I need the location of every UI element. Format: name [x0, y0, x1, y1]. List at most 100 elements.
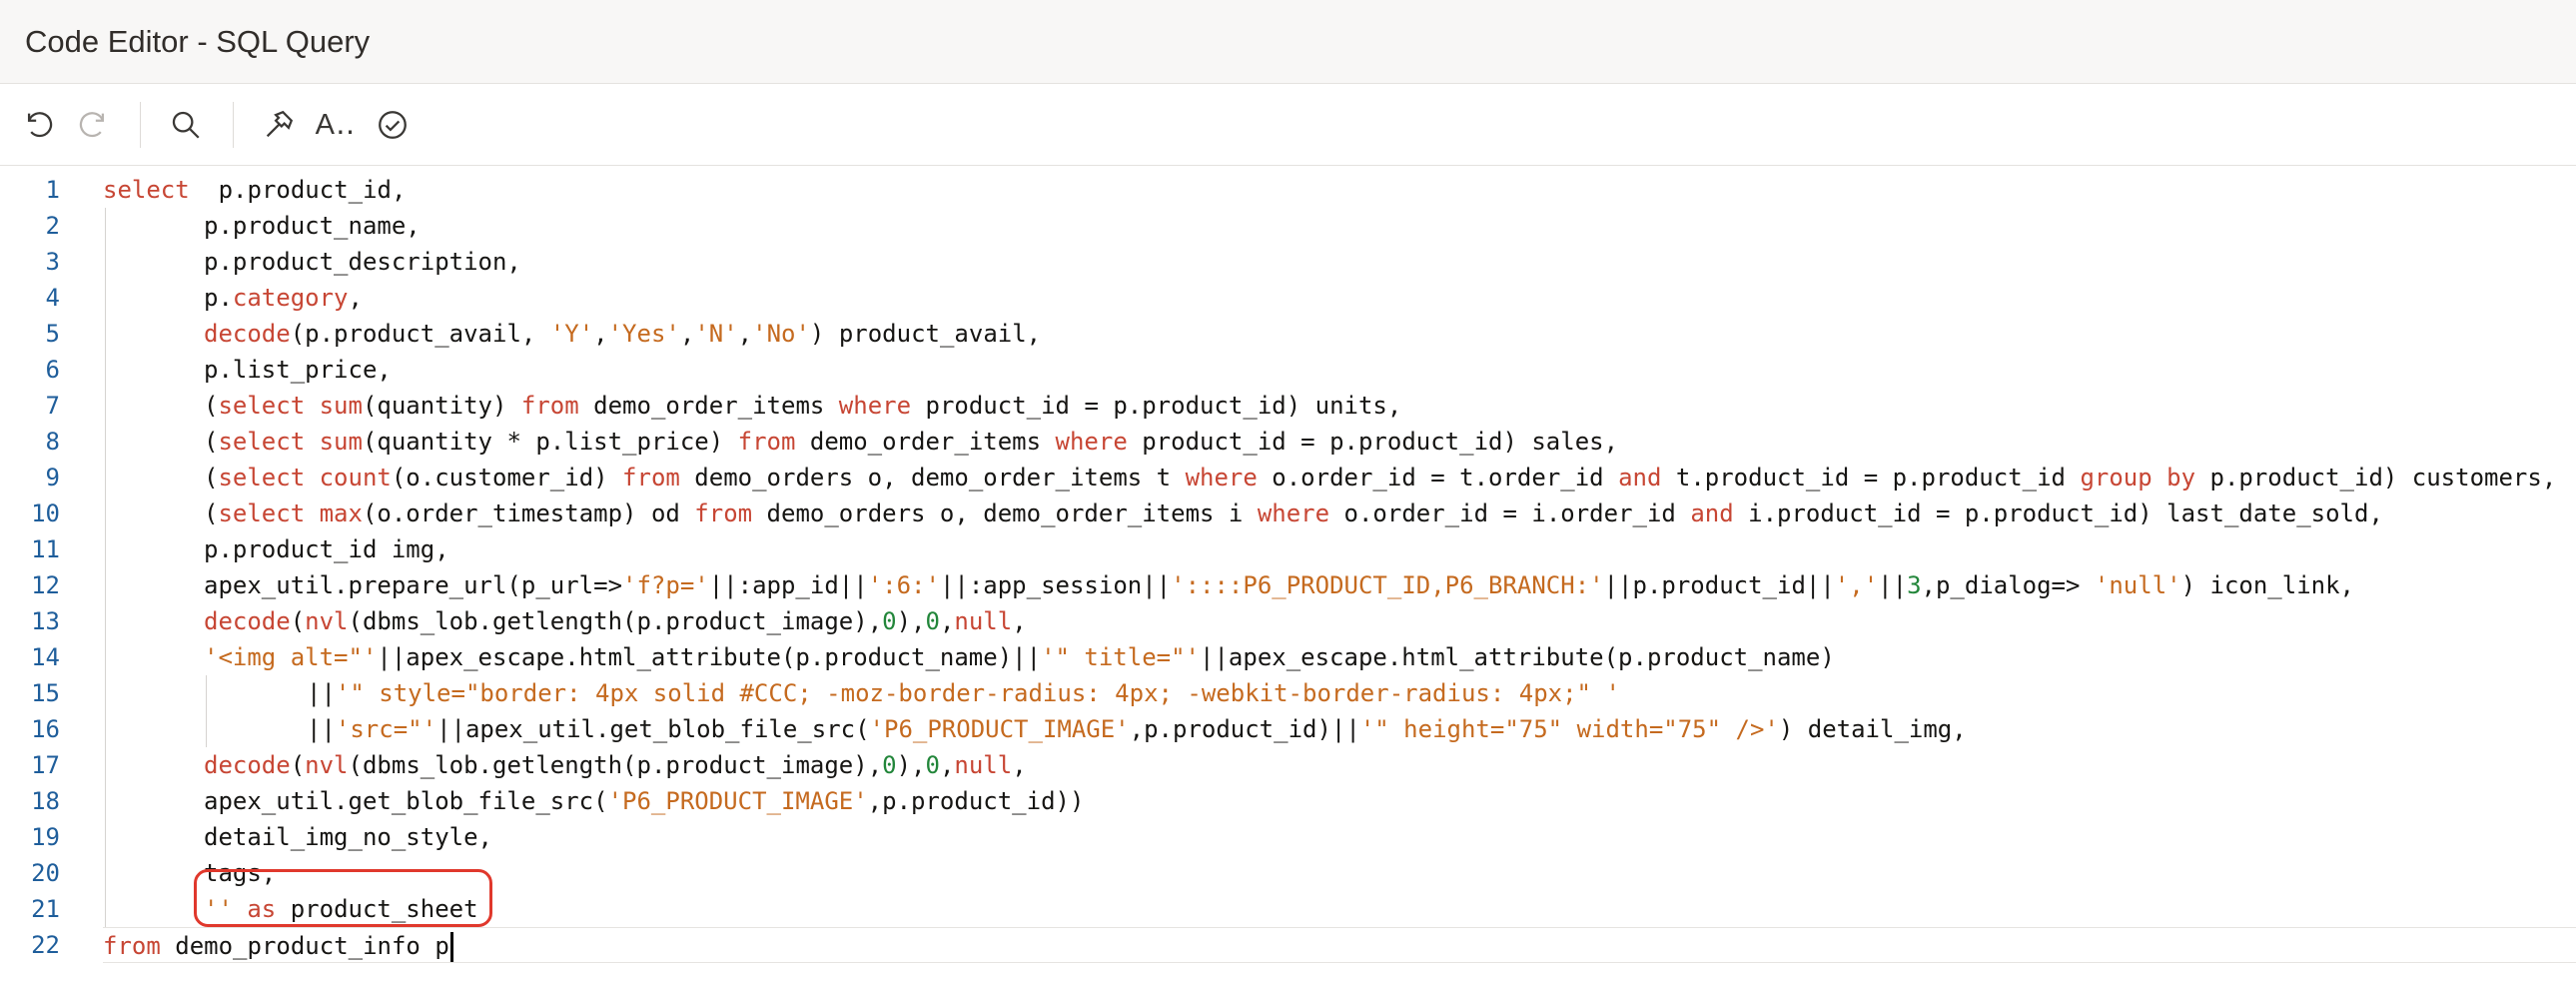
- code-text: from demo_product_info p: [103, 932, 453, 962]
- code-text: p.product_id img,: [204, 535, 449, 563]
- indent-guide: [105, 460, 106, 495]
- indent-guide: [105, 711, 106, 747]
- indent-guide: [105, 531, 106, 567]
- redo-icon: [79, 111, 105, 137]
- code-token: p.: [204, 284, 233, 312]
- keyword-token: sum: [305, 392, 363, 420]
- keyword-token: select: [218, 499, 306, 527]
- code-token: demo_product_info p: [160, 932, 449, 960]
- code-line: '' as product_sheet: [103, 891, 2576, 927]
- code-token: (o.order_timestamp) od: [362, 499, 695, 527]
- code-token: ,p.product_id)||: [1129, 715, 1360, 743]
- line-number: 21: [31, 895, 60, 923]
- code-token: ) detail_img,: [1778, 715, 1967, 743]
- code-text: p.list_price,: [204, 356, 392, 384]
- string-token: 'No': [752, 320, 810, 348]
- line-number: 10: [31, 499, 60, 527]
- code-text: ||'" style="border: 4px solid #CCC; -moz…: [307, 679, 1620, 707]
- keyword-token: from: [622, 464, 680, 491]
- validate-button[interactable]: [368, 100, 418, 150]
- line-number: 1: [45, 176, 60, 204]
- indent-guide: [105, 603, 106, 639]
- string-token: 'N': [694, 320, 738, 348]
- keyword-token: where: [1055, 428, 1128, 456]
- code-token: ,: [939, 751, 955, 779]
- undo-button[interactable]: [14, 100, 64, 150]
- code-text: apex_util.prepare_url(p_url=>'f?p='||:ap…: [204, 571, 2354, 599]
- code-token: tags,: [204, 859, 277, 887]
- settings-button[interactable]: [254, 100, 304, 150]
- string-token: ':6:': [867, 571, 940, 599]
- line-number: 17: [31, 751, 60, 779]
- keyword-token: select: [218, 392, 306, 420]
- keyword-token: where: [1257, 499, 1330, 527]
- line-number: 19: [31, 823, 60, 851]
- keyword-token: sum: [305, 428, 363, 456]
- indent-guide: [105, 244, 106, 280]
- text-cursor: [449, 932, 453, 962]
- code-text: (select sum(quantity * p.list_price) fro…: [204, 428, 1618, 456]
- autocomplete-button[interactable]: A‥: [308, 100, 364, 150]
- number-token: 0: [882, 751, 897, 779]
- string-token: '::::P6_PRODUCT_ID,P6_BRANCH:': [1171, 571, 1604, 599]
- keyword-token: and: [1618, 464, 1662, 491]
- indent-guide: [105, 819, 106, 855]
- code-token: ,p.product_id)): [867, 787, 1085, 815]
- indent-guide: [105, 639, 106, 675]
- code-token: ) product_avail,: [809, 320, 1042, 348]
- search-icon: [172, 111, 200, 139]
- string-token: 'P6_PRODUCT_IMAGE': [869, 715, 1130, 743]
- string-token: '" title="': [1041, 643, 1201, 671]
- redo-button[interactable]: [68, 100, 118, 150]
- code-text: tags,: [204, 859, 276, 887]
- code-token: ,: [593, 320, 608, 348]
- string-token: ',': [1834, 571, 1879, 599]
- line-number: 14: [31, 643, 60, 671]
- string-token: 'Y': [549, 320, 594, 348]
- keyword-token: from: [737, 428, 796, 456]
- line-number: 2: [45, 212, 60, 240]
- keyword-token: nvl: [305, 607, 349, 635]
- line-number: 15: [31, 679, 60, 707]
- code-token: product_id = p.product_id) units,: [911, 392, 1402, 420]
- indent-guide: [105, 388, 106, 424]
- code-token: ,: [348, 284, 363, 312]
- code-token: (: [290, 751, 306, 779]
- code-token: t.product_id = p.product_id: [1661, 464, 2081, 491]
- code-token: ||apex_util.get_blob_file_src(: [436, 715, 870, 743]
- line-number: 8: [45, 428, 60, 456]
- code-line: apex_util.get_blob_file_src('P6_PRODUCT_…: [103, 783, 2576, 819]
- code-token: p.list_price,: [204, 356, 392, 384]
- keyword-token: select: [218, 464, 306, 491]
- line-number: 18: [31, 787, 60, 815]
- indent-guide: [105, 783, 106, 819]
- code-token: ,: [1012, 607, 1027, 635]
- code-line: p.category,: [103, 280, 2576, 316]
- line-number: 4: [45, 284, 60, 312]
- code-editor[interactable]: 1 2 3 4 5 6 7 8 9 10 11 12 13 14 15 16 17 18 19 20 21 22 sele…: [0, 166, 2576, 982]
- code-token: (dbms_lob.getlength(p.product_image),: [348, 751, 883, 779]
- code-line: p.product_id img,: [103, 531, 2576, 567]
- search-button[interactable]: [161, 100, 211, 150]
- indent-guide: [105, 675, 106, 711]
- code-area[interactable]: select p.product_id, p.product_name, p.pro…: [103, 172, 2576, 963]
- number-token: 0: [925, 751, 940, 779]
- line-number: 16: [31, 715, 60, 743]
- line-number: 9: [45, 464, 60, 491]
- keyword-token: and: [1690, 499, 1734, 527]
- line-number: 7: [45, 392, 60, 420]
- code-token: (p.product_avail,: [290, 320, 550, 348]
- keyword-token: decode: [204, 320, 291, 348]
- code-line: ||'" style="border: 4px solid #CCC; -moz…: [103, 675, 2576, 711]
- line-number: 5: [45, 320, 60, 348]
- line-number: 22: [31, 931, 60, 959]
- code-text: '<img alt="'||apex_escape.html_attribute…: [204, 643, 1835, 671]
- keyword-token: group by: [2080, 464, 2196, 491]
- code-line: decode(nvl(dbms_lob.getlength(p.product_…: [103, 747, 2576, 783]
- code-token: demo_order_items: [795, 428, 1056, 456]
- code-token: (dbms_lob.getlength(p.product_image),: [348, 607, 883, 635]
- code-text: (select max(o.order_timestamp) od from d…: [204, 499, 2383, 527]
- code-text: decode(nvl(dbms_lob.getlength(p.product_…: [204, 751, 1027, 779]
- string-token: 'P6_PRODUCT_IMAGE': [607, 787, 868, 815]
- code-line: decode(nvl(dbms_lob.getlength(p.product_…: [103, 603, 2576, 639]
